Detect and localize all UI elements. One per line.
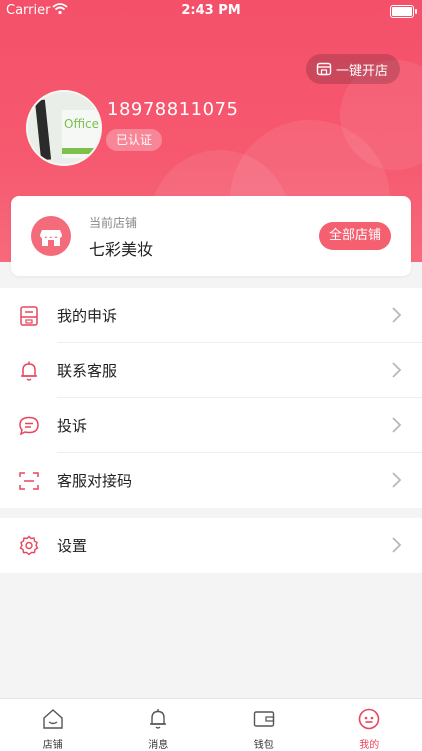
bell-icon [17, 359, 41, 383]
tab-label: 消息 [106, 736, 212, 751]
scan-icon [17, 469, 41, 493]
tab-wallet[interactable]: 钱包 [211, 699, 317, 751]
avatar-text: Office [64, 117, 99, 131]
battery-icon [390, 5, 414, 18]
tab-label: 店铺 [0, 736, 106, 751]
menu-item-label: 联系客服 [57, 360, 117, 381]
menu-item-contact-service[interactable]: 联系客服 [0, 343, 422, 398]
shop-icon [31, 216, 71, 256]
status-bar: Carrier 2:43 PM [0, 0, 422, 22]
open-shop-button[interactable]: 一键开店 [306, 54, 400, 84]
settings-section: 设置 [0, 518, 422, 573]
menu-item-label: 投诉 [57, 415, 87, 436]
menu-item-complaint[interactable]: 投诉 [0, 398, 422, 453]
menu-item-label: 客服对接码 [57, 470, 132, 491]
tab-label: 我的 [317, 736, 422, 751]
tab-label: 钱包 [211, 736, 317, 751]
appeal-icon [17, 304, 41, 328]
tab-messages[interactable]: 消息 [106, 699, 212, 751]
chevron-right-icon [390, 471, 402, 489]
current-shop-label: 当前店铺 [89, 214, 137, 231]
phone-number: 18978811075 [107, 99, 238, 120]
gear-icon [17, 534, 41, 558]
chevron-right-icon [390, 536, 402, 554]
all-shops-button[interactable]: 全部店铺 [319, 222, 391, 250]
menu-item-settings[interactable]: 设置 [0, 518, 422, 573]
bell-icon [146, 707, 170, 731]
menu-item-label: 设置 [57, 535, 87, 556]
store-icon [316, 62, 332, 76]
tab-shop[interactable]: 店铺 [0, 699, 106, 751]
menu-list: 我的申诉 联系客服 投诉 客服对接码 [0, 288, 422, 508]
chevron-right-icon [390, 416, 402, 434]
chevron-right-icon [390, 361, 402, 379]
wallet-icon [252, 707, 276, 731]
open-shop-label: 一键开店 [336, 60, 388, 79]
chat-icon [17, 414, 41, 438]
bottom-tab-bar: 店铺 消息 钱包 我的 [0, 698, 422, 751]
chevron-right-icon [390, 306, 402, 324]
verified-badge: 已认证 [106, 129, 162, 151]
profile-icon [357, 707, 381, 731]
home-icon [41, 707, 65, 731]
menu-item-service-code[interactable]: 客服对接码 [0, 453, 422, 508]
current-shop-name: 七彩美妆 [89, 236, 153, 260]
clock: 2:43 PM [0, 3, 422, 18]
avatar[interactable]: Office [26, 90, 102, 166]
menu-item-appeal[interactable]: 我的申诉 [0, 288, 422, 343]
current-shop-card[interactable]: 当前店铺 七彩美妆 全部店铺 [11, 196, 411, 276]
tab-profile[interactable]: 我的 [317, 699, 422, 751]
menu-item-label: 我的申诉 [57, 305, 117, 326]
